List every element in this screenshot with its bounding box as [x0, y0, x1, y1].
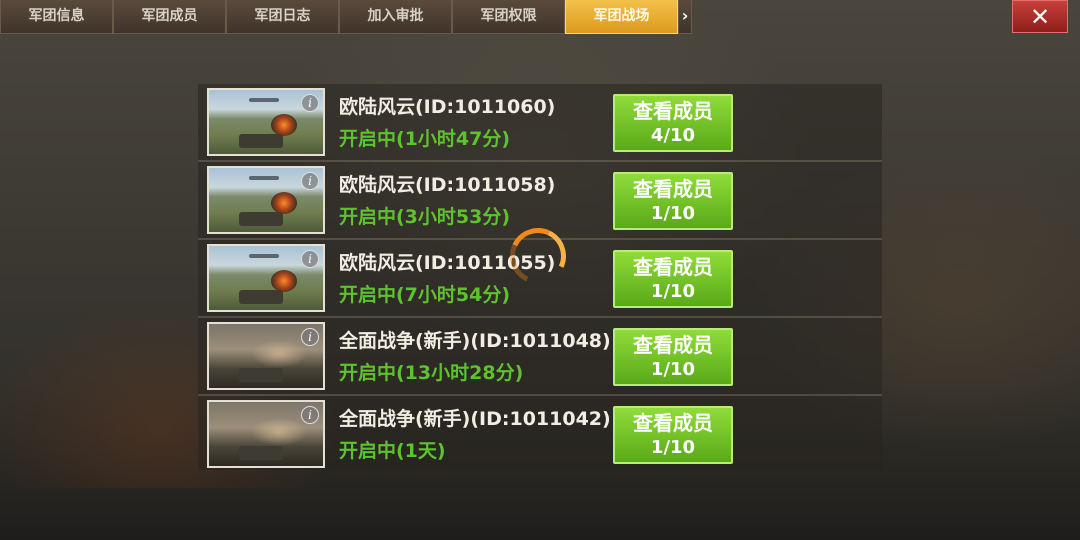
view-members-button[interactable]: 查看成员 1/10: [613, 406, 733, 464]
close-icon: ✕: [1029, 2, 1051, 31]
explosion-graphic: [271, 270, 297, 292]
info-icon[interactable]: i: [301, 94, 319, 112]
tab-join-approval[interactable]: 加入审批: [339, 0, 452, 34]
info-icon[interactable]: i: [301, 250, 319, 268]
bottom-bar: [0, 488, 1080, 540]
list-item: i 全面战争(新手)(ID:1011048) 开启中(13小时28分) 查看成员…: [198, 318, 882, 396]
view-members-button[interactable]: 查看成员 1/10: [613, 250, 733, 308]
tab-bar: 军团信息 军团成员 军团日志 加入审批 军团权限 军团战场 ›: [0, 0, 700, 35]
battle-status: 开启中(1小时47分): [339, 128, 511, 150]
tank-graphic: [239, 446, 283, 460]
info-icon[interactable]: i: [301, 406, 319, 424]
explosion-graphic: [271, 114, 297, 136]
battle-map-thumbnail[interactable]: i: [207, 400, 325, 468]
member-count: 1/10: [650, 203, 696, 224]
member-count: 1/10: [650, 281, 696, 302]
battle-title: 全面战争(新手)(ID:1011042): [339, 408, 611, 430]
tank-graphic: [239, 290, 283, 304]
battle-map-thumbnail[interactable]: i: [207, 88, 325, 156]
view-members-button[interactable]: 查看成员 4/10: [613, 94, 733, 152]
tab-legion-info[interactable]: 军团信息: [0, 0, 113, 34]
chevron-right-icon[interactable]: ›: [678, 0, 692, 34]
member-count: 1/10: [650, 437, 696, 458]
tank-graphic: [239, 368, 283, 382]
battle-title: 欧陆风云(ID:1011058): [339, 174, 556, 196]
battle-title: 欧陆风云(ID:1011060): [339, 96, 556, 118]
view-members-label: 查看成员: [633, 333, 713, 357]
battle-map-thumbnail[interactable]: i: [207, 166, 325, 234]
tab-legion-battlefield[interactable]: 军团战场: [565, 0, 678, 34]
tank-graphic: [239, 212, 283, 226]
battle-status: 开启中(3小时53分): [339, 206, 511, 228]
plane-graphic: [249, 254, 279, 258]
view-members-button[interactable]: 查看成员 1/10: [613, 328, 733, 386]
member-count: 4/10: [650, 125, 696, 146]
view-members-label: 查看成员: [633, 411, 713, 435]
plane-graphic: [249, 98, 279, 102]
info-icon[interactable]: i: [301, 172, 319, 190]
view-members-label: 查看成员: [633, 177, 713, 201]
view-members-label: 查看成员: [633, 255, 713, 279]
close-button[interactable]: ✕: [1012, 0, 1068, 33]
view-members-button[interactable]: 查看成员 1/10: [613, 172, 733, 230]
battle-map-thumbnail[interactable]: i: [207, 244, 325, 312]
tab-legion-members[interactable]: 军团成员: [113, 0, 226, 34]
battle-status: 开启中(1天): [339, 440, 446, 462]
list-item: i 全面战争(新手)(ID:1011042) 开启中(1天) 查看成员 1/10: [198, 396, 882, 472]
member-count: 1/10: [650, 359, 696, 380]
list-item: i 欧陆风云(ID:1011060) 开启中(1小时47分) 查看成员 4/10: [198, 84, 882, 162]
tab-legion-log[interactable]: 军团日志: [226, 0, 339, 34]
tank-graphic: [239, 134, 283, 148]
battle-title: 全面战争(新手)(ID:1011048): [339, 330, 611, 352]
info-icon[interactable]: i: [301, 328, 319, 346]
battle-status: 开启中(13小时28分): [339, 362, 524, 384]
plane-graphic: [249, 176, 279, 180]
view-members-label: 查看成员: [633, 99, 713, 123]
tab-legion-permissions[interactable]: 军团权限: [452, 0, 565, 34]
battle-map-thumbnail[interactable]: i: [207, 322, 325, 390]
explosion-graphic: [271, 192, 297, 214]
battle-status: 开启中(7小时54分): [339, 284, 511, 306]
